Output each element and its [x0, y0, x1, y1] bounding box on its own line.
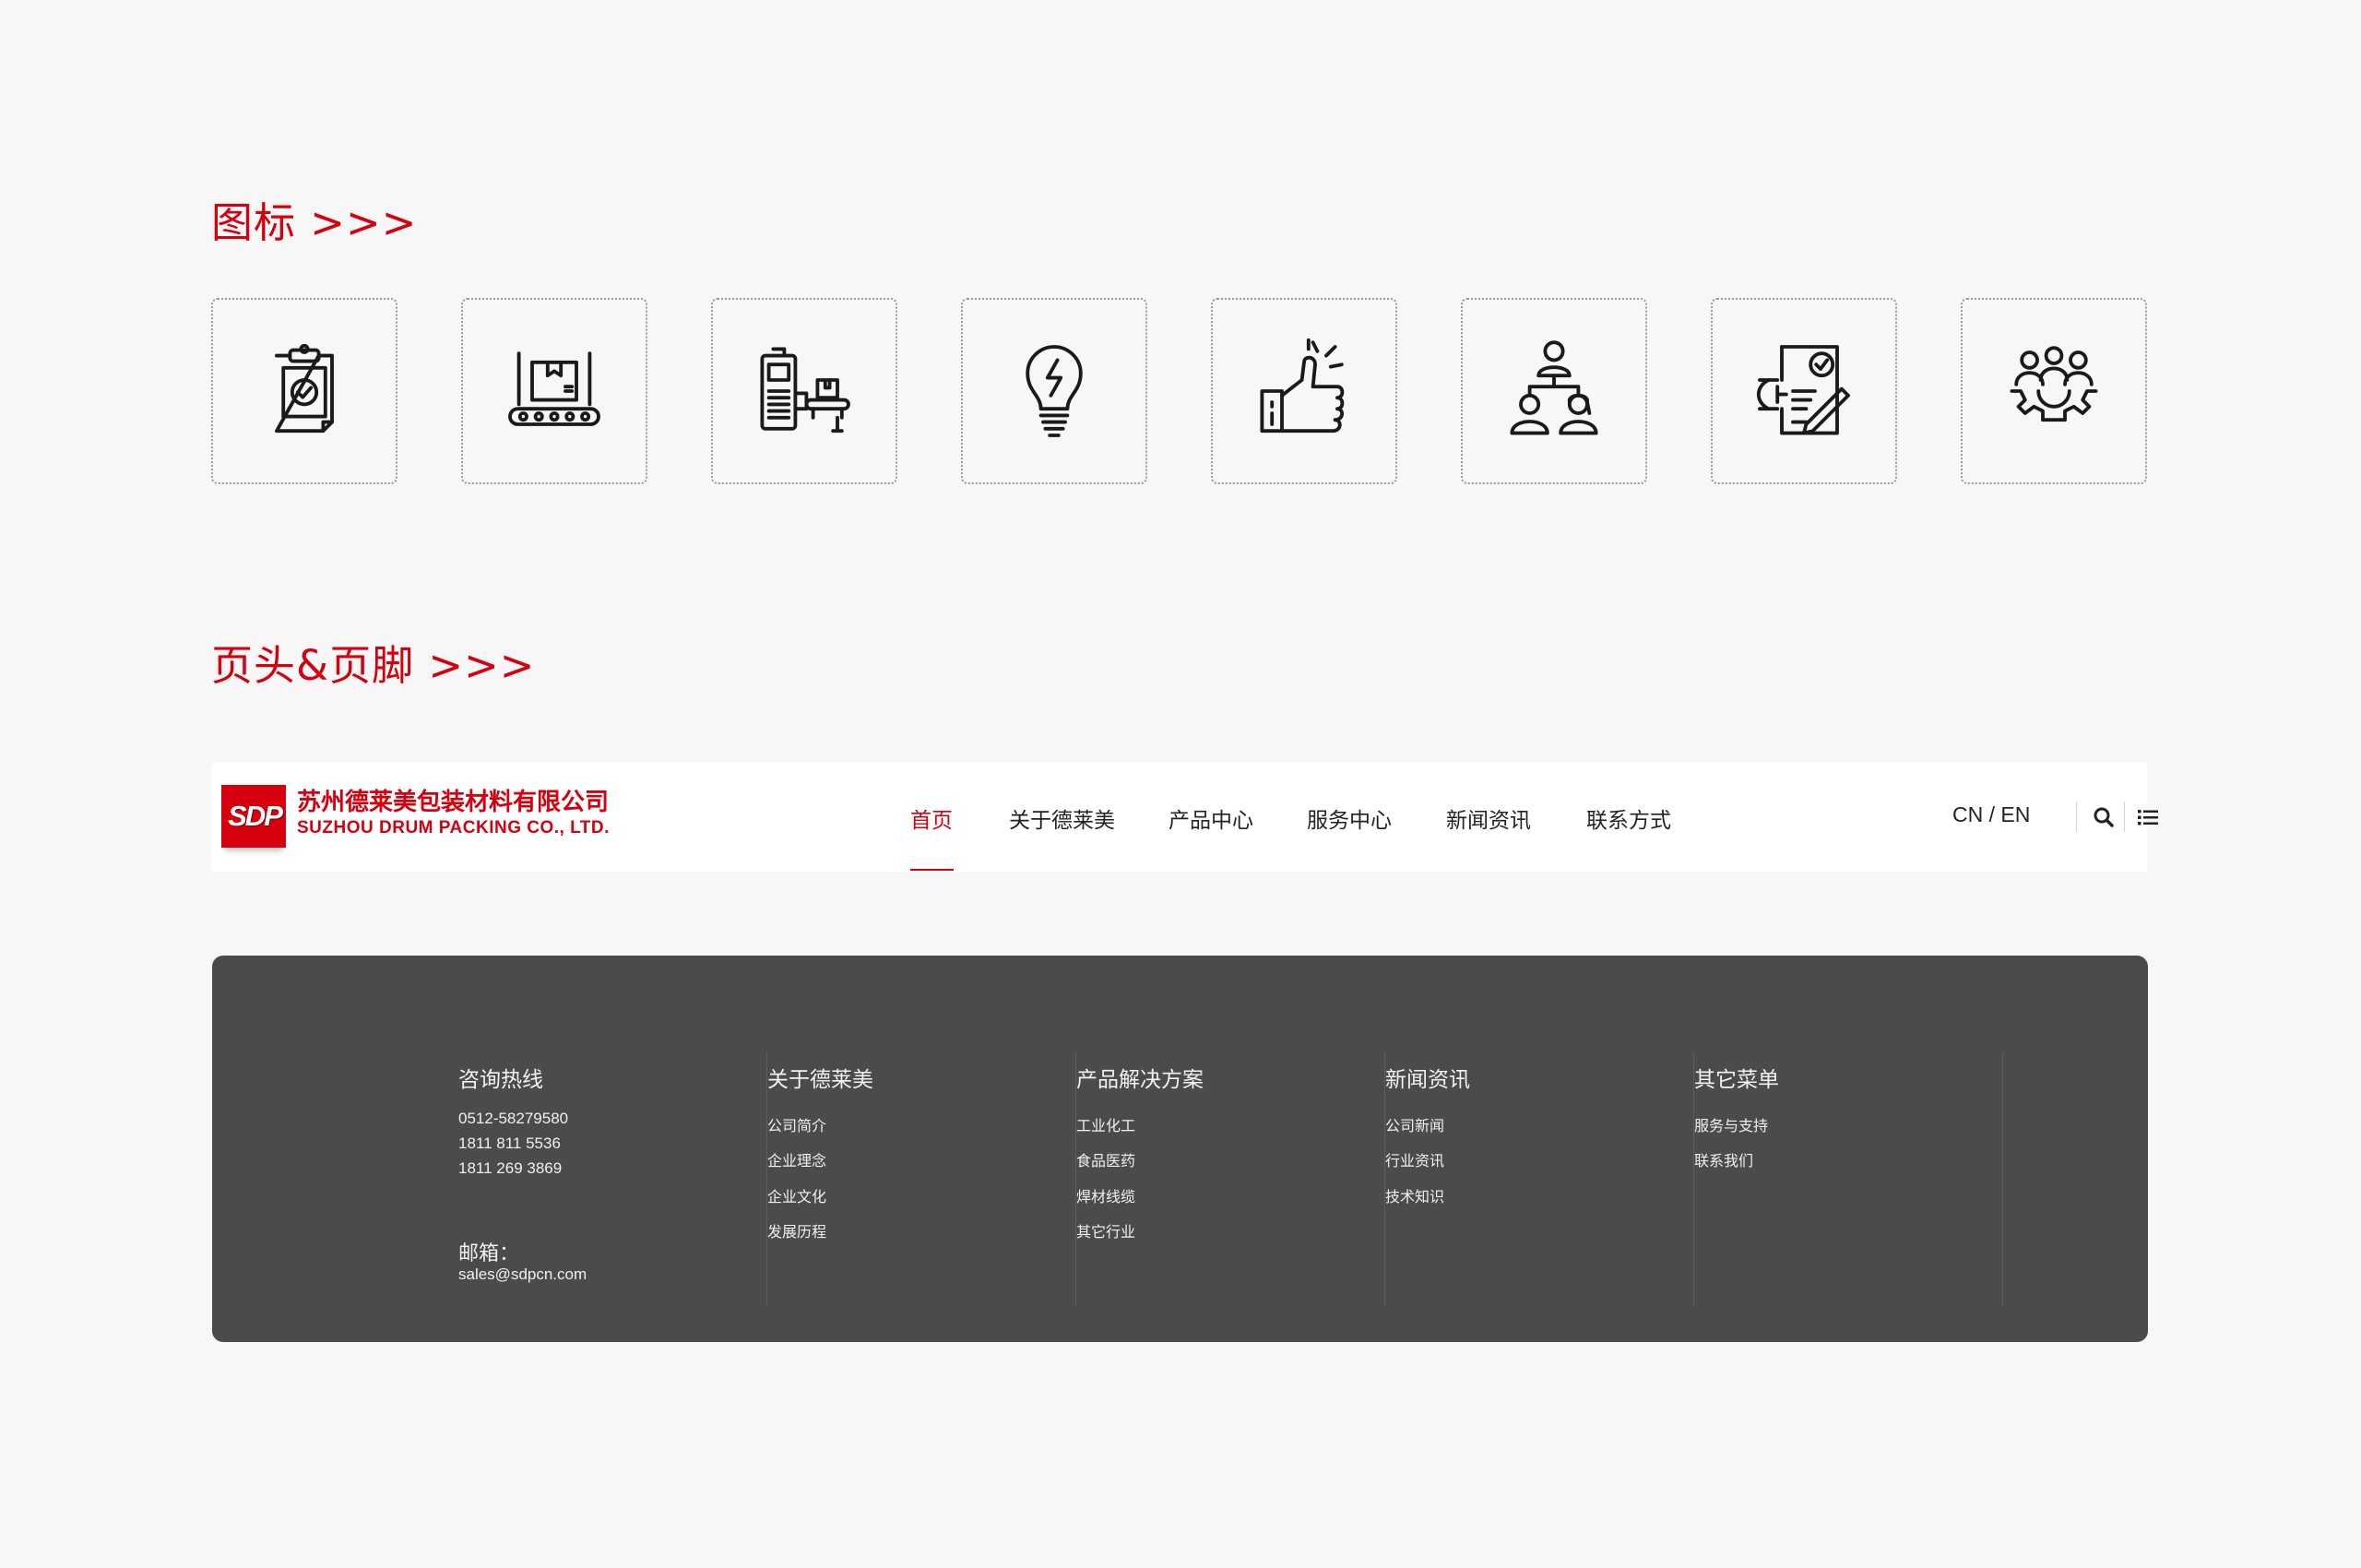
- footer-col-solutions: 产品解决方案 工业化工 食品医药 焊材线缆 其它行业: [1076, 1052, 1385, 1306]
- icon-card-lightbulb: [961, 298, 1147, 484]
- footer-link[interactable]: 技术知识: [1385, 1184, 1444, 1206]
- footer-link[interactable]: 公司简介: [767, 1113, 826, 1135]
- site-footer: 咨询热线 0512-58279580 1811 811 5536 1811 26…: [212, 956, 2148, 1342]
- company-name-cn: 苏州德莱美包装材料有限公司: [297, 789, 610, 816]
- footer-col-title: 关于德莱美: [767, 1068, 873, 1092]
- header-footer-section-title: 页头&页脚 >>>: [211, 641, 536, 690]
- icon-card-thumbsup: [1211, 298, 1397, 484]
- packing-machine-icon: [760, 347, 850, 434]
- footer-link[interactable]: 企业文化: [767, 1184, 826, 1206]
- footer-col-title: 其它菜单: [1694, 1068, 1779, 1092]
- header-divider: [2124, 802, 2125, 832]
- site-header: SDP 苏州德莱美包装材料有限公司 SUZHOU DRUM PACKING CO…: [212, 763, 2158, 872]
- icon-showcase-row: [211, 298, 2150, 487]
- footer-link[interactable]: 行业资讯: [1385, 1148, 1444, 1170]
- search-icon[interactable]: [2092, 805, 2116, 829]
- footer-col-divider: [2002, 1052, 2003, 1306]
- footer-link[interactable]: 发展历程: [767, 1219, 826, 1241]
- team-hierarchy-icon: [1510, 340, 1598, 435]
- conveyor-box-icon: [508, 351, 600, 426]
- clipboard-check-icon: [275, 343, 334, 434]
- language-switch[interactable]: CN / EN: [1952, 802, 2030, 827]
- footer-col-hotline: 咨询热线 0512-58279580 1811 811 5536 1811 26…: [458, 1052, 767, 1306]
- icons-section-title: 图标 >>>: [211, 198, 418, 247]
- icon-card-team: [1461, 298, 1647, 484]
- icon-card-machine: [711, 298, 897, 484]
- nav-item-services[interactable]: 服务中心: [1307, 802, 1392, 834]
- header-divider: [2076, 802, 2077, 832]
- icon-card-teamgear: [1961, 298, 2147, 484]
- icon-card-conveyor: [461, 298, 647, 484]
- nav-item-contact[interactable]: 联系方式: [1586, 802, 1671, 834]
- nav-item-about[interactable]: 关于德莱美: [1009, 802, 1115, 834]
- logo-mark-text: SDP: [228, 800, 283, 832]
- footer-link[interactable]: 其它行业: [1076, 1219, 1135, 1241]
- hotline-phone[interactable]: 1811 811 5536: [458, 1134, 561, 1153]
- footer-link[interactable]: 食品医药: [1076, 1148, 1135, 1170]
- email-label: 邮箱：: [458, 1242, 520, 1265]
- footer-link[interactable]: 企业理念: [767, 1148, 826, 1170]
- logo-mark: SDP: [221, 785, 286, 848]
- team-gear-icon: [2010, 346, 2098, 422]
- document-sign-icon: [1756, 345, 1850, 435]
- footer-link[interactable]: 工业化工: [1076, 1113, 1135, 1135]
- footer-link[interactable]: 焊材线缆: [1076, 1184, 1135, 1206]
- icon-card-clipboard: [211, 298, 397, 484]
- list-menu-icon[interactable]: [2136, 805, 2160, 829]
- footer-link[interactable]: 联系我们: [1694, 1148, 1753, 1170]
- footer-col-title: 咨询热线: [458, 1068, 543, 1092]
- email-value[interactable]: sales@sdpcn.com: [458, 1265, 587, 1284]
- hotline-phone[interactable]: 1811 269 3869: [458, 1159, 562, 1178]
- company-logo[interactable]: SDP 苏州德莱美包装材料有限公司 SUZHOU DRUM PACKING CO…: [221, 783, 738, 853]
- nav-item-news[interactable]: 新闻资讯: [1446, 802, 1531, 834]
- company-name-en: SUZHOU DRUM PACKING CO., LTD.: [297, 818, 610, 837]
- icon-card-document: [1711, 298, 1897, 484]
- nav-active-underline: [910, 869, 954, 871]
- nav-item-home[interactable]: 首页: [910, 802, 953, 834]
- footer-col-news: 新闻资讯 公司新闻 行业资讯 技术知识: [1385, 1052, 1694, 1306]
- lightbulb-energy-icon: [1026, 345, 1083, 437]
- footer-col-about: 关于德莱美 公司简介 企业理念 企业文化 发展历程: [767, 1052, 1076, 1306]
- hotline-phone[interactable]: 0512-58279580: [458, 1110, 568, 1128]
- nav-item-products[interactable]: 产品中心: [1169, 802, 1253, 834]
- footer-link[interactable]: 服务与支持: [1694, 1113, 1768, 1135]
- footer-link[interactable]: 公司新闻: [1385, 1113, 1444, 1135]
- footer-col-other: 其它菜单 服务与支持 联系我们: [1694, 1052, 2003, 1306]
- footer-col-title: 新闻资讯: [1385, 1068, 1470, 1092]
- thumbs-up-icon: [1260, 338, 1345, 434]
- footer-col-title: 产品解决方案: [1076, 1068, 1204, 1092]
